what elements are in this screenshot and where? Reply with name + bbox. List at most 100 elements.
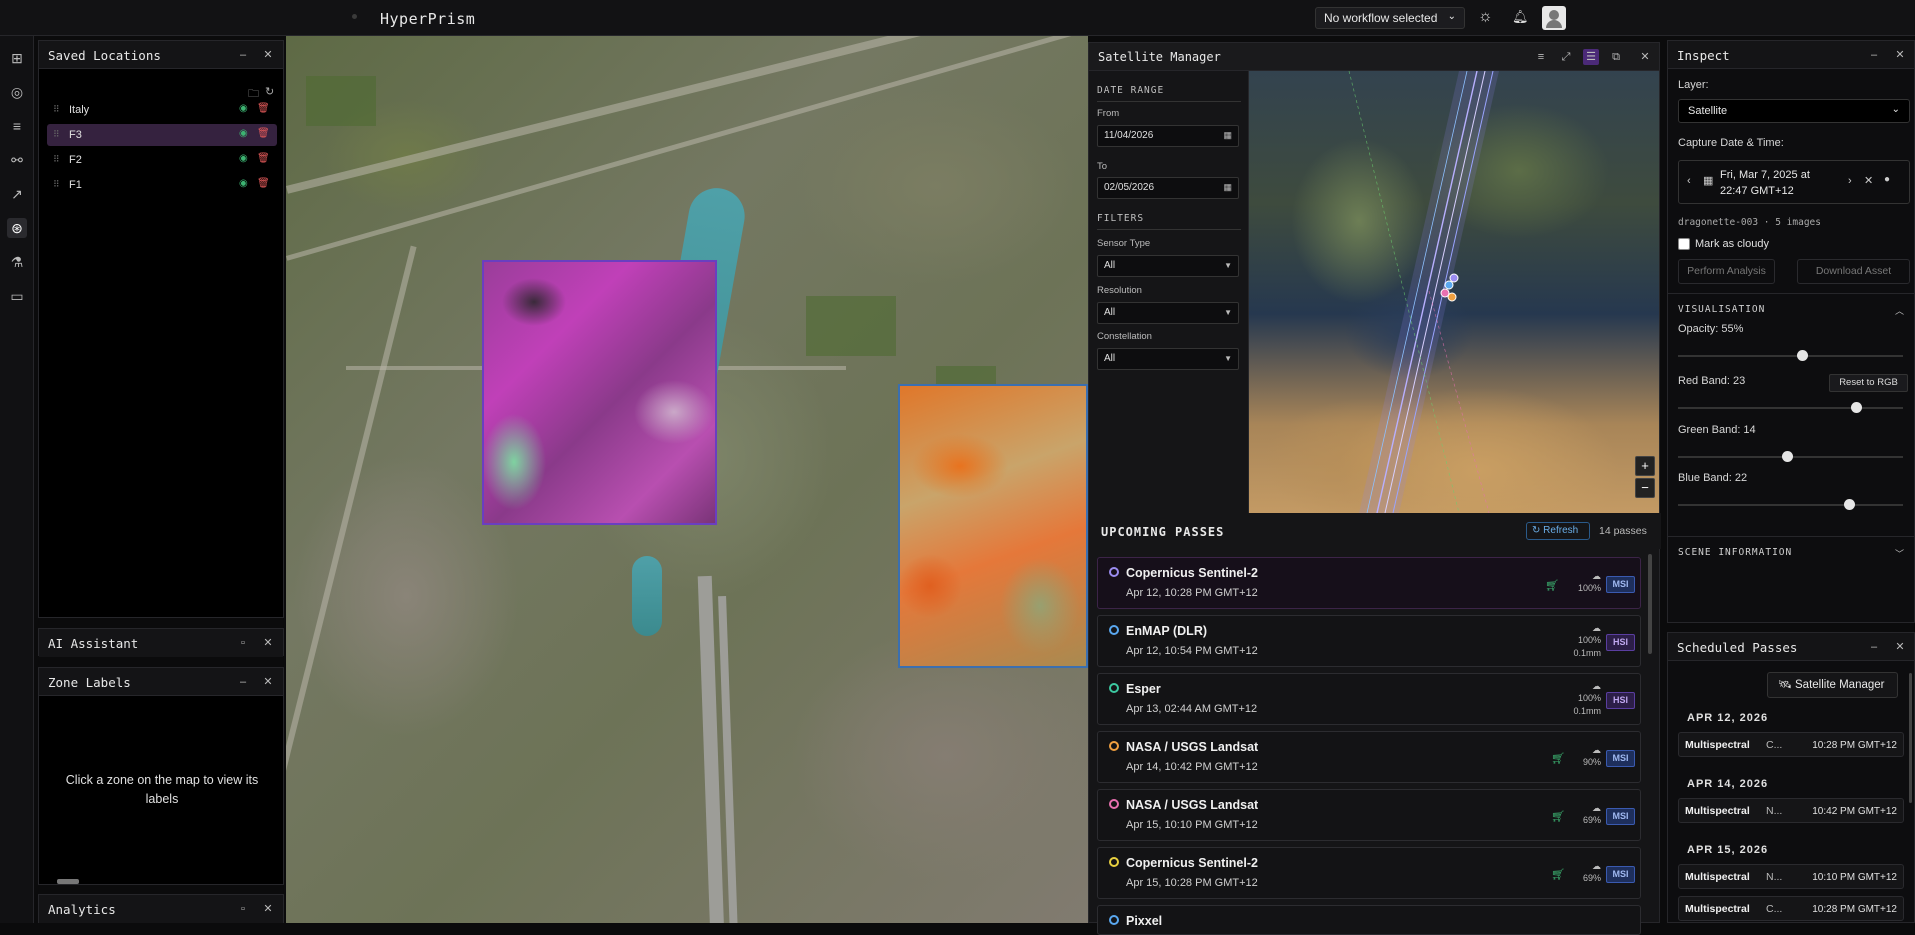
minimize-icon[interactable]: –	[1866, 47, 1882, 63]
location-item[interactable]: ⠿ F1 ◉ 🗑︎	[47, 174, 277, 196]
constellation-select[interactable]: All ▼	[1097, 348, 1239, 370]
schedule-row[interactable]: Multispectral N... 10:10 PM GMT+12	[1678, 864, 1904, 889]
mark-cloudy-checkbox[interactable]	[1678, 238, 1690, 250]
eye-icon[interactable]: ◉	[239, 103, 248, 114]
slider-knob[interactable]	[1781, 451, 1793, 462]
schedule-row[interactable]: Multispectral C... 10:28 PM GMT+12	[1678, 896, 1904, 921]
drag-handle-icon[interactable]: ⠿	[53, 179, 60, 190]
close-icon[interactable]: ✕	[1892, 47, 1908, 63]
schedule-row[interactable]: Multispectral C... 10:28 PM GMT+12	[1678, 732, 1904, 757]
layer-select[interactable]: Satellite ⌄	[1678, 99, 1910, 123]
pass-card[interactable]: NASA / USGS Landsat Apr 15, 10:10 PM GMT…	[1097, 789, 1641, 841]
red-band-slider[interactable]	[1678, 402, 1903, 413]
to-date-input[interactable]: 02/05/2026 ▦	[1097, 177, 1239, 199]
pass-card[interactable]: Copernicus Sentinel-2 Apr 15, 10:28 PM G…	[1097, 847, 1641, 899]
trash-icon[interactable]: 🗑︎	[257, 103, 270, 114]
satellite-icon[interactable]: ⊛	[7, 218, 27, 238]
cloud-cover: 100%	[1577, 635, 1601, 645]
drag-handle-icon[interactable]: ⠿	[53, 104, 60, 115]
satellite-manager-button[interactable]: 🛰︎ Satellite Manager	[1767, 672, 1898, 698]
trash-icon[interactable]: 🗑︎	[257, 128, 270, 139]
zoom-in-button[interactable]: +	[1635, 456, 1655, 476]
trash-icon[interactable]: 🗑︎	[257, 178, 270, 189]
pass-card[interactable]: NASA / USGS Landsat Apr 14, 10:42 PM GMT…	[1097, 731, 1641, 783]
chevron-down-icon[interactable]: ﹀	[1895, 547, 1904, 560]
mark-cloudy-label[interactable]: Mark as cloudy	[1695, 238, 1769, 250]
pass-card[interactable]: EnMAP (DLR) Apr 12, 10:54 PM GMT+12 ☁ 10…	[1097, 615, 1641, 667]
popout-icon[interactable]: ⧉	[1608, 49, 1624, 65]
imagery-overlay-f3[interactable]	[482, 260, 717, 525]
blue-band-slider[interactable]	[1678, 499, 1903, 510]
eye-icon[interactable]: ◉	[239, 178, 248, 189]
download-asset-button[interactable]: Download Asset	[1797, 259, 1910, 284]
scrollbar[interactable]	[1909, 673, 1912, 803]
imagery-overlay-f2[interactable]	[898, 384, 1088, 668]
eye-icon[interactable]: ◉	[239, 128, 248, 139]
expand-icon[interactable]: ⤢	[1558, 49, 1574, 65]
zoom-out-button[interactable]: −	[1635, 478, 1655, 498]
restore-icon[interactable]: ▫	[235, 901, 251, 917]
drag-handle-icon[interactable]: ⠿	[53, 154, 60, 165]
pass-card[interactable]: Esper Apr 13, 02:44 AM GMT+12 ☁ 100% 0.1…	[1097, 673, 1641, 725]
slider-knob[interactable]	[1851, 402, 1863, 413]
bell-icon[interactable]: 🔔︎	[1512, 9, 1529, 25]
pass-card[interactable]: Pixxel	[1097, 905, 1641, 935]
chevron-up-icon[interactable]: ︿	[1895, 304, 1904, 317]
sensor-type-select[interactable]: All ▼	[1097, 255, 1239, 277]
divider	[1668, 293, 1915, 294]
pin-icon[interactable]: ◎	[7, 82, 27, 102]
globe-map[interactable]: + −	[1249, 71, 1659, 513]
chevron-left-icon[interactable]: ‹	[1687, 175, 1691, 187]
drag-handle-icon[interactable]: ⠿	[53, 129, 60, 140]
schedule-row[interactable]: Multispectral N... 10:42 PM GMT+12	[1678, 798, 1904, 823]
restore-icon[interactable]: ▫	[235, 635, 251, 651]
opacity-slider[interactable]	[1678, 350, 1903, 361]
close-icon[interactable]: ✕	[260, 901, 276, 917]
location-item[interactable]: ⠿ F2 ◉ 🗑︎	[47, 149, 277, 171]
filters-heading: FILTERS	[1097, 213, 1145, 224]
pass-marker[interactable]	[1447, 292, 1457, 302]
perform-analysis-button[interactable]: Perform Analysis	[1678, 259, 1775, 284]
sun-icon[interactable]: ☼	[1478, 8, 1493, 26]
pass-marker[interactable]	[1449, 273, 1459, 283]
close-icon[interactable]: ✕	[260, 674, 276, 690]
scrollbar[interactable]	[1648, 554, 1652, 654]
clear-icon[interactable]: ✕	[1864, 174, 1873, 187]
resolution-select[interactable]: All ▼	[1097, 302, 1239, 324]
filter-icon[interactable]: ☰	[1583, 49, 1599, 65]
dot-icon[interactable]: ●	[1884, 174, 1890, 185]
divider	[1097, 229, 1241, 230]
scrollbar[interactable]	[57, 879, 79, 884]
layers-icon[interactable]: ≡	[7, 116, 27, 136]
minimize-icon[interactable]: –	[235, 674, 251, 690]
trend-icon[interactable]: ↗	[7, 184, 27, 204]
refresh-icon[interactable]: ↻	[265, 85, 274, 98]
slider-knob[interactable]	[1843, 499, 1855, 510]
reset-rgb-button[interactable]: Reset to RGB	[1829, 374, 1908, 392]
avatar[interactable]	[1542, 6, 1566, 30]
location-item[interactable]: ⠿ F3 ◉ 🗑︎	[47, 124, 277, 146]
slider-knob[interactable]	[1796, 350, 1808, 361]
pass-card[interactable]: Copernicus Sentinel-2 Apr 12, 10:28 PM G…	[1097, 557, 1641, 609]
chat-icon[interactable]: ▭	[7, 286, 27, 306]
close-icon[interactable]: ✕	[260, 635, 276, 651]
close-icon[interactable]: ✕	[1637, 49, 1653, 65]
map-icon[interactable]: ⊞	[7, 48, 27, 68]
from-date-input[interactable]: 11/04/2026 ▦	[1097, 125, 1239, 147]
close-icon[interactable]: ✕	[260, 47, 276, 63]
close-icon[interactable]: ✕	[1892, 639, 1908, 655]
pass-marker[interactable]	[1444, 280, 1454, 290]
trash-icon[interactable]: 🗑︎	[257, 153, 270, 164]
nodes-icon[interactable]: ⚯	[7, 150, 27, 170]
location-item[interactable]: ⠿ Italy ◉ 🗑︎	[47, 99, 277, 121]
green-band-slider[interactable]	[1678, 451, 1903, 462]
workflow-select[interactable]: No workflow selected ⌄	[1315, 7, 1465, 29]
zone-empty-message: Click a zone on the map to view its labe…	[65, 773, 259, 806]
flask-icon[interactable]: ⚗	[7, 252, 27, 272]
minimize-icon[interactable]: –	[1866, 639, 1882, 655]
eye-icon[interactable]: ◉	[239, 153, 248, 164]
minimize-icon[interactable]: –	[235, 47, 251, 63]
chevron-right-icon[interactable]: ›	[1848, 175, 1852, 187]
list-icon[interactable]: ≡	[1533, 49, 1549, 65]
refresh-button[interactable]: ↻ Refresh	[1526, 522, 1590, 540]
